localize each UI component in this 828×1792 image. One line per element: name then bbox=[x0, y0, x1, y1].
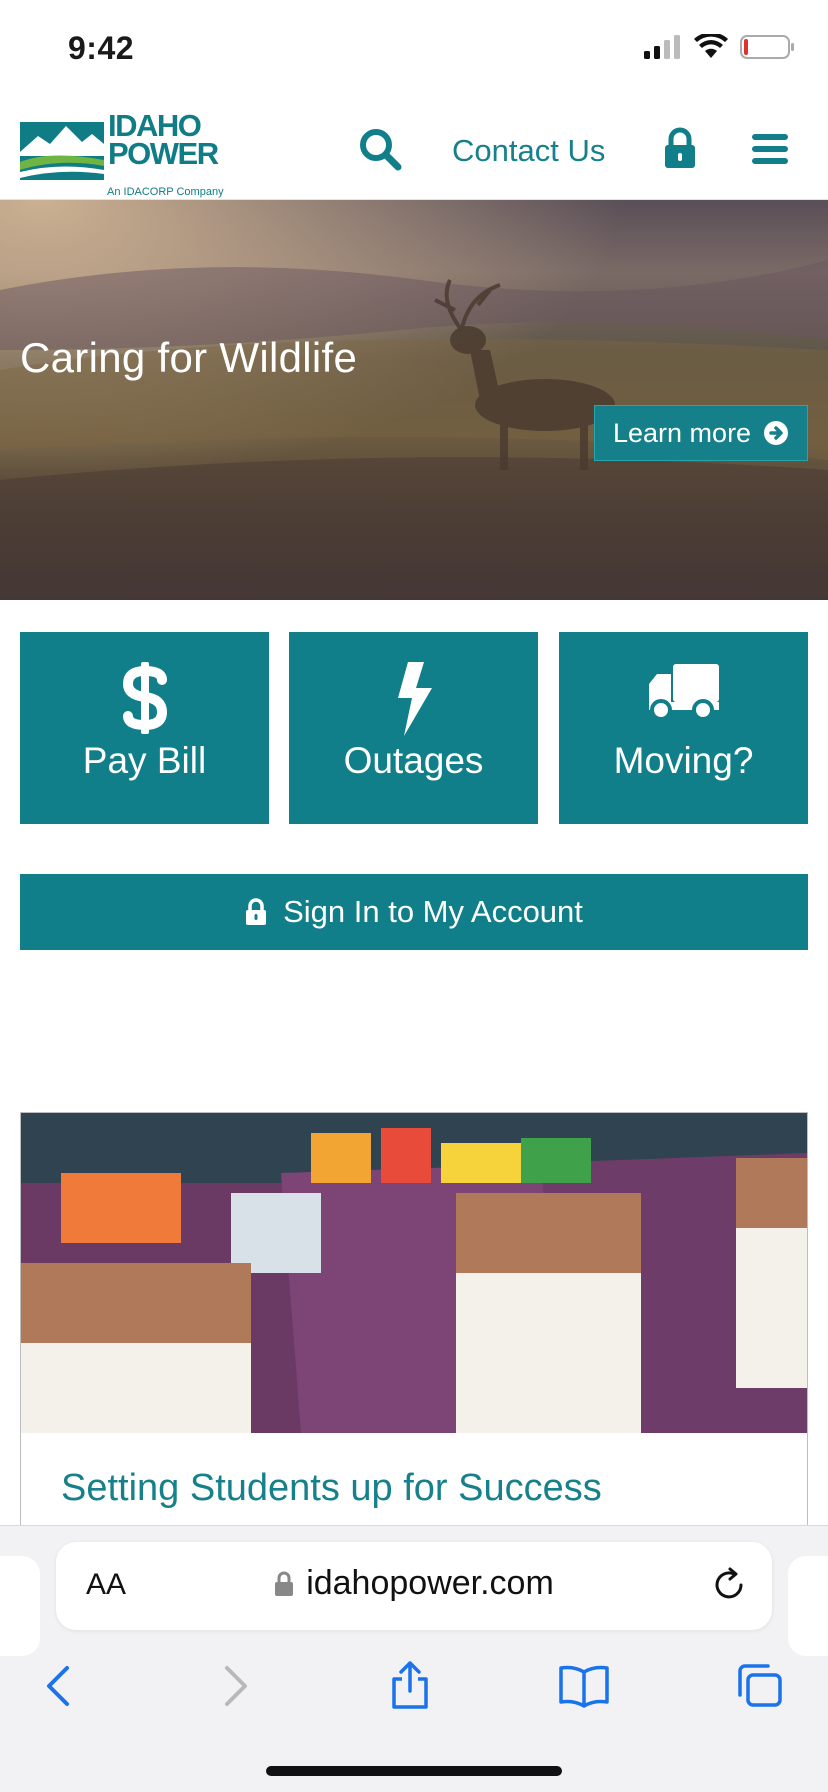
address-bar[interactable]: AA idahopower.com bbox=[56, 1542, 772, 1630]
logo-line-2: POWER bbox=[108, 136, 219, 171]
share-button[interactable] bbox=[380, 1656, 440, 1716]
arrow-circle-right-icon bbox=[764, 421, 789, 445]
search-icon[interactable] bbox=[356, 125, 404, 173]
back-icon bbox=[47, 1666, 69, 1706]
outages-tile[interactable]: Outages bbox=[289, 632, 538, 824]
logo-subtitle: An IDACORP Company bbox=[107, 186, 224, 198]
forward-button[interactable] bbox=[206, 1656, 266, 1716]
wifi-icon bbox=[694, 34, 728, 58]
status-time: 9:42 bbox=[68, 30, 135, 66]
learn-more-label: Learn more bbox=[613, 417, 752, 448]
url-display[interactable]: idahopower.com bbox=[56, 1564, 772, 1603]
outages-label: Outages bbox=[343, 740, 484, 781]
lightning-bolt-icon bbox=[397, 662, 432, 736]
bookmarks-button[interactable] bbox=[554, 1656, 614, 1716]
truck-icon bbox=[648, 664, 719, 721]
hero-banner: Caring for Wildlife Learn more bbox=[0, 200, 828, 600]
hero-wildlife-image bbox=[0, 200, 828, 600]
tabs-button[interactable] bbox=[730, 1656, 790, 1716]
idaho-power-logo[interactable]: IDAHO POWER An IDACORP Company bbox=[20, 110, 245, 198]
bookmarks-icon bbox=[559, 1665, 609, 1708]
moving-tile[interactable]: Moving? bbox=[559, 632, 808, 824]
cellular-signal-icon bbox=[644, 35, 680, 59]
learn-more-button[interactable]: Learn more bbox=[594, 405, 808, 461]
battery-icon bbox=[740, 35, 794, 59]
browser-toolbar bbox=[0, 1656, 828, 1736]
pay-bill-label: Pay Bill bbox=[82, 740, 207, 781]
status-icons bbox=[642, 34, 796, 60]
tabs-icon bbox=[738, 1664, 782, 1707]
status-bar: 9:42 bbox=[0, 0, 828, 100]
next-tab-peek[interactable] bbox=[788, 1556, 828, 1656]
school-supply-drive-image bbox=[21, 1113, 807, 1433]
site-header: IDAHO POWER An IDACORP Company Contact U… bbox=[0, 100, 828, 200]
hero-title: Caring for Wildlife bbox=[20, 334, 358, 381]
home-indicator[interactable] bbox=[266, 1766, 562, 1776]
moving-label: Moving? bbox=[613, 740, 754, 781]
previous-tab-peek[interactable] bbox=[0, 1556, 40, 1656]
share-icon bbox=[392, 1661, 428, 1709]
back-button[interactable] bbox=[28, 1656, 88, 1716]
mountain-logo-icon bbox=[20, 122, 104, 180]
lock-icon[interactable] bbox=[662, 126, 698, 170]
url-text: idahopower.com bbox=[306, 1564, 554, 1602]
forward-icon bbox=[225, 1666, 247, 1706]
lock-icon bbox=[275, 1571, 294, 1596]
news-card[interactable]: Setting Students up for Success bbox=[20, 1112, 808, 1552]
browser-chrome: AA idahopower.com bbox=[0, 1525, 828, 1792]
dollar-icon bbox=[122, 662, 167, 734]
sign-in-button[interactable]: Sign In to My Account bbox=[20, 874, 808, 950]
lock-icon bbox=[246, 898, 267, 925]
card-title: Setting Students up for Success bbox=[61, 1467, 602, 1509]
logo-wordmark: IDAHO POWER bbox=[108, 110, 219, 171]
sign-in-label: Sign In to My Account bbox=[283, 894, 583, 929]
pay-bill-tile[interactable]: Pay Bill bbox=[20, 632, 269, 824]
contact-us-link[interactable]: Contact Us bbox=[452, 133, 605, 169]
reload-icon[interactable] bbox=[710, 1566, 748, 1604]
hamburger-menu-icon[interactable] bbox=[750, 130, 790, 168]
